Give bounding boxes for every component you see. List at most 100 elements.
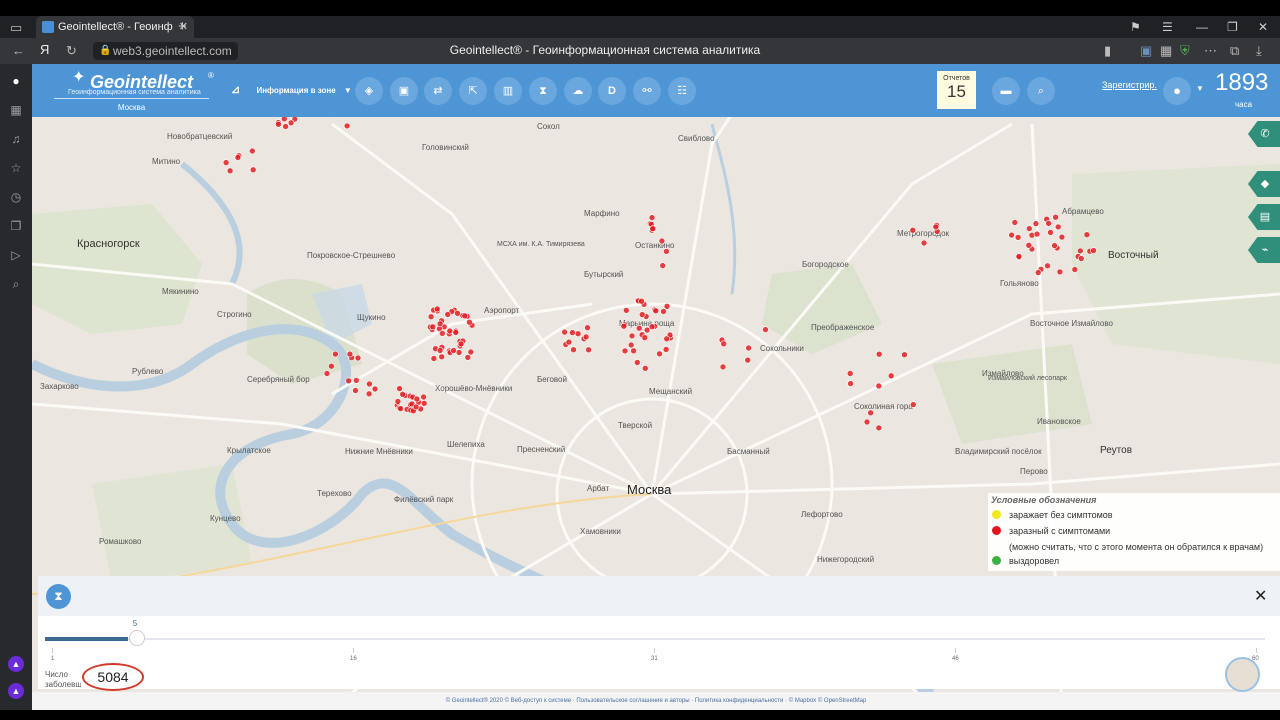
case-marker[interactable] bbox=[635, 324, 643, 332]
case-marker[interactable] bbox=[345, 377, 352, 385]
case-marker[interactable] bbox=[275, 120, 282, 128]
play-icon[interactable]: ▷ bbox=[9, 248, 23, 262]
case-marker[interactable] bbox=[909, 401, 917, 408]
case-marker[interactable] bbox=[396, 385, 403, 392]
case-marker[interactable] bbox=[399, 390, 406, 398]
register-link[interactable]: Зарегистрир. bbox=[1102, 80, 1157, 90]
case-marker[interactable] bbox=[561, 328, 568, 336]
case-marker[interactable] bbox=[584, 324, 591, 332]
bookmarks-icon[interactable]: ⚑ bbox=[1130, 16, 1141, 38]
layers-button[interactable]: ◈ bbox=[355, 77, 383, 105]
case-marker[interactable] bbox=[1025, 242, 1033, 249]
bookmark-icon[interactable]: ▮ bbox=[1104, 43, 1111, 59]
case-marker[interactable] bbox=[464, 354, 472, 361]
case-marker[interactable] bbox=[863, 418, 871, 426]
case-marker[interactable] bbox=[444, 311, 452, 318]
case-marker[interactable] bbox=[1033, 230, 1041, 238]
case-marker[interactable] bbox=[455, 349, 463, 356]
case-marker[interactable] bbox=[461, 312, 469, 320]
case-marker[interactable] bbox=[663, 303, 671, 310]
case-marker[interactable] bbox=[430, 355, 438, 362]
case-marker[interactable] bbox=[867, 409, 874, 417]
collections-side-icon[interactable]: ❐ bbox=[9, 219, 23, 233]
case-marker[interactable] bbox=[282, 123, 289, 130]
case-marker[interactable] bbox=[226, 167, 234, 175]
case-marker[interactable] bbox=[574, 330, 582, 338]
case-marker[interactable] bbox=[762, 326, 769, 333]
case-marker[interactable] bbox=[352, 387, 359, 394]
case-marker[interactable] bbox=[1051, 242, 1058, 249]
case-marker[interactable] bbox=[365, 390, 373, 398]
case-marker[interactable] bbox=[1045, 220, 1052, 227]
case-marker[interactable] bbox=[1052, 213, 1059, 221]
alice-icon[interactable]: ▲ bbox=[8, 656, 24, 672]
close-timeline-button[interactable]: ✕ bbox=[1254, 586, 1267, 606]
collections-icon[interactable]: ⧉ bbox=[1230, 43, 1239, 59]
case-marker[interactable] bbox=[658, 237, 666, 245]
case-marker[interactable] bbox=[663, 248, 670, 255]
case-marker[interactable] bbox=[332, 350, 339, 358]
case-marker[interactable] bbox=[1058, 233, 1066, 241]
case-marker[interactable] bbox=[621, 347, 629, 355]
case-marker[interactable] bbox=[1008, 231, 1015, 239]
minimize-icon[interactable]: — bbox=[1196, 16, 1208, 38]
close-window-icon[interactable]: ✕ bbox=[1258, 16, 1268, 38]
case-marker[interactable] bbox=[622, 307, 630, 314]
chart-button[interactable]: ▥ bbox=[494, 77, 522, 105]
folder-button[interactable]: ▬ bbox=[992, 77, 1020, 105]
case-marker[interactable] bbox=[452, 329, 460, 336]
case-marker[interactable] bbox=[412, 403, 420, 411]
case-marker[interactable] bbox=[366, 380, 373, 388]
case-marker[interactable] bbox=[1015, 253, 1023, 260]
apps-icon[interactable]: ▦ bbox=[9, 103, 23, 117]
favorites-icon[interactable]: ☆ bbox=[9, 161, 23, 175]
case-marker[interactable] bbox=[638, 297, 645, 305]
translate-icon[interactable]: ▣ bbox=[1140, 43, 1152, 59]
case-marker[interactable] bbox=[659, 262, 667, 269]
case-marker[interactable] bbox=[1032, 220, 1040, 227]
case-marker[interactable] bbox=[648, 323, 656, 331]
assistant-icon[interactable]: ▲ bbox=[8, 683, 24, 699]
case-marker[interactable] bbox=[1056, 268, 1064, 276]
search-button[interactable]: ⌕ bbox=[1027, 77, 1055, 105]
export-button[interactable]: ⇱ bbox=[459, 77, 487, 105]
case-marker[interactable] bbox=[887, 372, 895, 380]
case-marker[interactable] bbox=[436, 320, 444, 328]
case-marker[interactable] bbox=[436, 347, 444, 354]
case-marker[interactable] bbox=[429, 323, 437, 331]
case-marker[interactable] bbox=[875, 424, 883, 432]
case-marker[interactable] bbox=[438, 353, 446, 361]
case-marker[interactable] bbox=[354, 354, 362, 362]
new-tab-button[interactable]: + bbox=[178, 16, 187, 38]
case-marker[interactable] bbox=[875, 382, 883, 390]
case-marker[interactable] bbox=[346, 350, 354, 358]
settings-button[interactable]: ☷ bbox=[668, 77, 696, 105]
case-marker[interactable] bbox=[1077, 247, 1084, 255]
menu-icon[interactable]: ☰ bbox=[1162, 16, 1173, 38]
reports-badge[interactable]: Отчетов 15 bbox=[937, 71, 976, 109]
case-marker[interactable] bbox=[427, 313, 435, 320]
case-marker[interactable] bbox=[249, 166, 257, 174]
case-marker[interactable] bbox=[1011, 219, 1019, 226]
cloud-button[interactable]: ☁ bbox=[564, 77, 592, 105]
case-marker[interactable] bbox=[663, 335, 671, 343]
case-marker[interactable] bbox=[466, 318, 473, 326]
hourglass-button[interactable]: ⧗ bbox=[529, 77, 557, 105]
case-marker[interactable] bbox=[932, 223, 940, 231]
case-marker[interactable] bbox=[719, 363, 727, 371]
search-side-icon[interactable]: ⌕ bbox=[9, 277, 23, 291]
case-marker[interactable] bbox=[660, 308, 667, 315]
case-marker[interactable] bbox=[222, 159, 230, 166]
case-marker[interactable] bbox=[901, 351, 908, 359]
case-marker[interactable] bbox=[1083, 231, 1091, 238]
shield-icon[interactable]: ⛨ bbox=[1180, 43, 1190, 59]
case-marker[interactable] bbox=[433, 305, 441, 313]
hourglass-timeline-button[interactable]: ⧗ bbox=[46, 584, 71, 609]
case-marker[interactable] bbox=[249, 147, 256, 155]
download-icon[interactable]: ⤓ bbox=[1256, 43, 1262, 59]
zone-dropdown[interactable]: ⊿ Информация в зоне ▼ bbox=[231, 83, 352, 96]
case-marker[interactable] bbox=[234, 154, 242, 161]
case-marker[interactable] bbox=[630, 347, 637, 355]
case-marker[interactable] bbox=[920, 239, 928, 247]
extension-icon[interactable]: ▦ bbox=[1160, 43, 1172, 59]
